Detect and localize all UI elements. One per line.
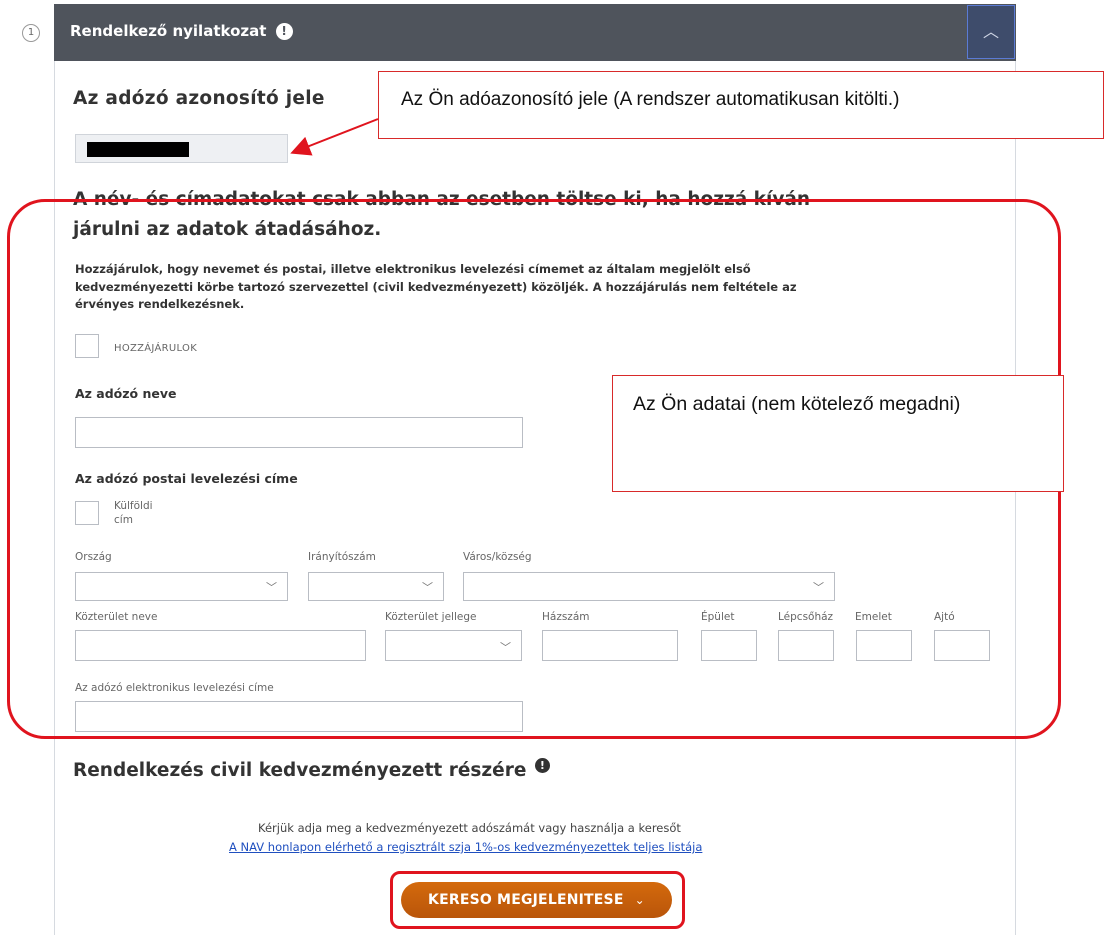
taxid-redaction	[87, 142, 189, 157]
info-icon[interactable]: !	[275, 23, 293, 40]
panel-title: Rendelkező nyilatkozat !	[70, 22, 293, 40]
taxid-field	[75, 134, 288, 163]
search-button-highlight: KERESO MEGJELENITESE ⌄	[390, 871, 685, 929]
chevron-down-icon: ⌄	[634, 893, 645, 907]
civil-section-title-text: Rendelkezés civil kedvezményezett részér…	[73, 760, 527, 781]
show-search-button[interactable]: KERESO MEGJELENITESE ⌄	[401, 882, 672, 918]
beneficiary-list-link[interactable]: A NAV honlapon elérhető a regisztrált sz…	[229, 840, 702, 854]
step-number-badge: 1	[22, 24, 40, 42]
panel-title-text: Rendelkező nyilatkozat	[70, 22, 267, 40]
taxid-callout: Az Ön adóazonosító jele (A rendszer auto…	[378, 71, 1104, 139]
civil-section-title: Rendelkezés civil kedvezményezett részér…	[73, 758, 550, 781]
civil-instruction: Kérjük adja meg a kedvezményezett adószá…	[258, 821, 681, 835]
collapse-button[interactable]: ︿	[967, 5, 1015, 59]
taxid-title: Az adózó azonosító jele	[73, 88, 325, 109]
info-icon[interactable]: !	[534, 758, 550, 773]
panel-header: Rendelkező nyilatkozat ! ︿	[54, 4, 1016, 61]
personal-data-callout: Az Ön adatai (nem kötelező megadni)	[612, 375, 1064, 492]
show-search-button-label: KERESO MEGJELENITESE	[428, 892, 624, 908]
